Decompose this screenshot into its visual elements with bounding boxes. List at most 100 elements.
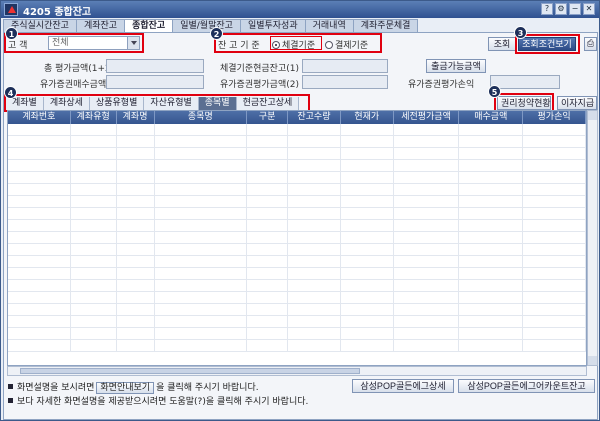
tab-order-execution[interactable]: 계좌주문체결 (352, 19, 419, 33)
query-button[interactable]: 조회 (488, 37, 516, 51)
table-cell (247, 268, 289, 280)
table-cell (523, 316, 586, 328)
table-row[interactable] (8, 136, 586, 148)
table-cell (71, 268, 117, 280)
table-cell (523, 256, 586, 268)
table-cell (341, 124, 394, 136)
close-icon[interactable]: ✕ (583, 3, 595, 15)
table-cell (288, 340, 341, 352)
table-cell (459, 172, 524, 184)
table-cell (288, 184, 341, 196)
table-cell (394, 184, 460, 196)
sec-buy-value (106, 75, 204, 89)
table-cell (459, 220, 524, 232)
table-row[interactable] (8, 184, 586, 196)
table-row[interactable] (8, 160, 586, 172)
table-row[interactable] (8, 340, 586, 352)
table-cell (523, 292, 586, 304)
table-cell (8, 208, 71, 220)
table-cell (117, 208, 155, 220)
table-cell (341, 316, 394, 328)
table-cell (8, 136, 71, 148)
golden-egg-detail-button[interactable]: 삼성POP골든에그상세 (352, 379, 454, 393)
table-row[interactable] (8, 208, 586, 220)
total-eval-label: 총 평가금액(1+2) (44, 64, 115, 74)
table-cell (341, 220, 394, 232)
tab-transactions[interactable]: 거래내역 (304, 19, 354, 33)
highlight-box-1 (4, 33, 144, 53)
table-row[interactable] (8, 124, 586, 136)
tab-account-balance[interactable]: 계좌잔고 (75, 19, 126, 33)
table-row[interactable] (8, 220, 586, 232)
col-stock-name[interactable]: 종목명 (155, 111, 248, 124)
table-cell (8, 220, 71, 232)
table-cell (394, 172, 460, 184)
scroll-thumb[interactable] (20, 368, 360, 374)
table-row[interactable] (8, 304, 586, 316)
table-row[interactable] (8, 196, 586, 208)
table-row[interactable] (8, 232, 586, 244)
table-row[interactable] (8, 268, 586, 280)
table-cell (8, 184, 71, 196)
table-cell (341, 148, 394, 160)
withdrawable-button[interactable]: 출금가능금액 (426, 59, 486, 73)
table-cell (394, 328, 460, 340)
col-buy-amount[interactable]: 매수금액 (459, 111, 524, 124)
table-cell (247, 244, 289, 256)
table-cell (523, 184, 586, 196)
tab-daily-monthly-balance[interactable]: 일별/월말잔고 (172, 19, 241, 33)
col-quantity[interactable]: 잔고수량 (288, 111, 341, 124)
tab-total-balance[interactable]: 종합잔고 (124, 19, 174, 33)
col-account-type[interactable]: 계좌유형 (71, 111, 117, 124)
grid-horizontal-scrollbar[interactable] (7, 366, 587, 376)
help-icon[interactable]: ? (541, 3, 553, 15)
grid-vertical-scrollbar[interactable] (587, 110, 598, 366)
table-row[interactable] (8, 316, 586, 328)
table-cell (71, 256, 117, 268)
table-cell (394, 196, 460, 208)
col-pretax-eval[interactable]: 세전평가금액 (394, 111, 460, 124)
table-row[interactable] (8, 148, 586, 160)
col-type[interactable]: 구분 (247, 111, 289, 124)
table-cell (117, 184, 155, 196)
table-cell (71, 208, 117, 220)
col-eval-pl[interactable]: 평가손익 (523, 111, 586, 124)
screen-title: 종합잔고 (54, 7, 92, 18)
table-cell (155, 268, 248, 280)
sec-buy-label: 유가증권매수금액 (40, 80, 107, 90)
scroll-up-icon[interactable] (588, 111, 597, 120)
printer-icon[interactable]: ⎙ (584, 37, 597, 51)
table-row[interactable] (8, 172, 586, 184)
table-cell (459, 208, 524, 220)
table-row[interactable] (8, 280, 586, 292)
table-cell (155, 208, 248, 220)
table-cell (117, 328, 155, 340)
table-row[interactable] (8, 328, 586, 340)
table-cell (117, 280, 155, 292)
holdings-grid[interactable]: 계좌번호 계좌유형 계좌명 종목명 구분 잔고수량 현재가 세전평가금액 매수금… (7, 110, 587, 366)
footer-line-1-post: 을 클릭해 주시기 바랍니다. (156, 383, 259, 393)
table-cell (523, 304, 586, 316)
tab-daily-performance[interactable]: 일별투자성과 (239, 19, 306, 33)
table-cell (155, 160, 248, 172)
screen-guide-button[interactable]: 화면안내보기 (96, 382, 155, 394)
table-cell (71, 124, 117, 136)
minimize-icon[interactable]: − (569, 3, 581, 15)
scroll-down-icon[interactable] (588, 356, 597, 365)
table-cell (117, 232, 155, 244)
table-row[interactable] (8, 292, 586, 304)
col-current-price[interactable]: 현재가 (341, 111, 394, 124)
table-row[interactable] (8, 244, 586, 256)
table-row[interactable] (8, 256, 586, 268)
table-cell (459, 292, 524, 304)
interest-payment-button[interactable]: 이자지급 (557, 96, 597, 110)
highlight-box-2b (270, 36, 322, 50)
col-account-no[interactable]: 계좌번호 (8, 111, 71, 124)
table-cell (288, 124, 341, 136)
table-cell (8, 124, 71, 136)
settings-icon[interactable]: ⚙ (555, 3, 567, 15)
table-cell (155, 316, 248, 328)
golden-egg-account-button[interactable]: 삼성POP골든에그어카운트잔고 (458, 379, 595, 393)
col-account-name[interactable]: 계좌명 (117, 111, 155, 124)
table-cell (8, 232, 71, 244)
